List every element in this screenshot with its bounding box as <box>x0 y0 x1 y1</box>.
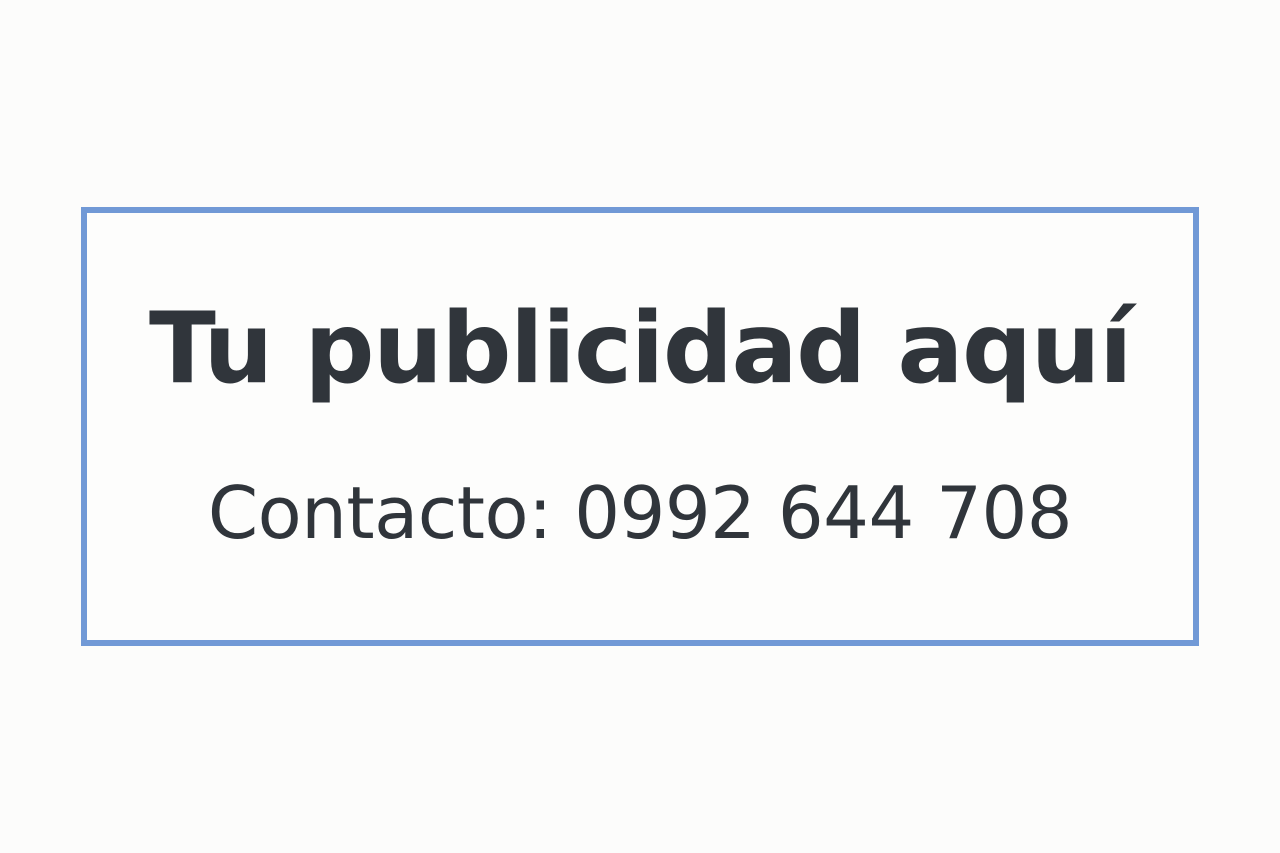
ad-contact-phone: Contacto: 0992 644 708 <box>207 471 1073 555</box>
ad-headline: Tu publicidad aquí <box>148 292 1133 406</box>
ad-placeholder-box: Tu publicidad aquí Contacto: 0992 644 70… <box>81 207 1199 646</box>
